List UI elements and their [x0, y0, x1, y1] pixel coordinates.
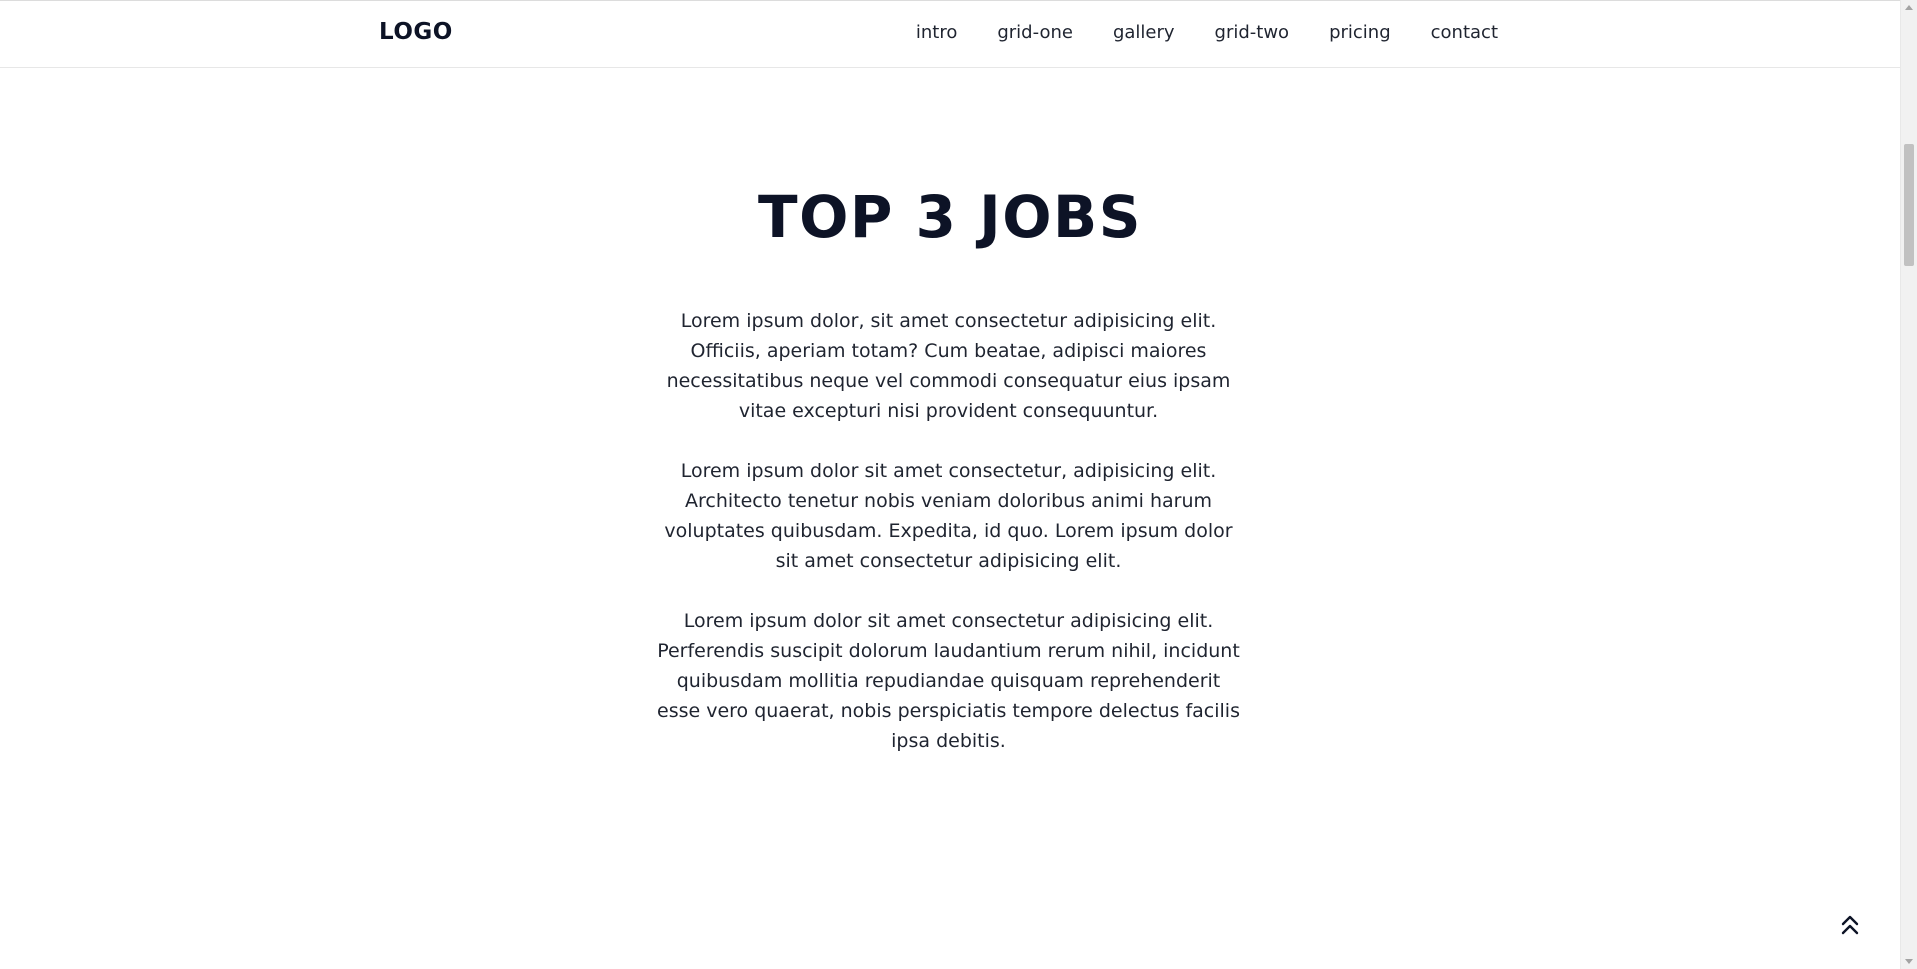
nav-link-intro[interactable]: intro — [916, 22, 957, 43]
scrollbar-thumb[interactable] — [1904, 144, 1914, 266]
scroll-down-arrow-icon[interactable] — [1905, 959, 1913, 964]
navbar: LOGO intro grid-one gallery grid-two pri… — [0, 0, 1900, 68]
logo[interactable]: LOGO — [379, 19, 453, 45]
section-title: TOP 3 JOBS — [758, 183, 1142, 251]
nav-link-gallery[interactable]: gallery — [1113, 22, 1175, 43]
nav-link-contact[interactable]: contact — [1431, 22, 1498, 43]
paragraph-2: Lorem ipsum dolor sit amet consectetur, … — [664, 460, 1233, 572]
nav-links: intro grid-one gallery grid-two pricing … — [916, 22, 1498, 43]
paragraph-3: Lorem ipsum dolor sit amet consectetur a… — [657, 610, 1240, 752]
nav-link-pricing[interactable]: pricing — [1329, 22, 1391, 43]
paragraph-1: Lorem ipsum dolor, sit amet consectetur … — [666, 310, 1231, 422]
nav-link-grid-one[interactable]: grid-one — [997, 22, 1073, 43]
page: LOGO intro grid-one gallery grid-two pri… — [0, 0, 1900, 969]
nav-link-grid-two[interactable]: grid-two — [1215, 22, 1290, 43]
scroll-up-arrow-icon[interactable] — [1905, 5, 1913, 10]
double-chevron-up-icon — [1841, 915, 1859, 935]
vertical-scrollbar[interactable] — [1900, 0, 1917, 969]
back-to-top-button[interactable] — [1838, 912, 1862, 938]
section-body: Lorem ipsum dolor, sit amet consectetur … — [656, 306, 1241, 786]
